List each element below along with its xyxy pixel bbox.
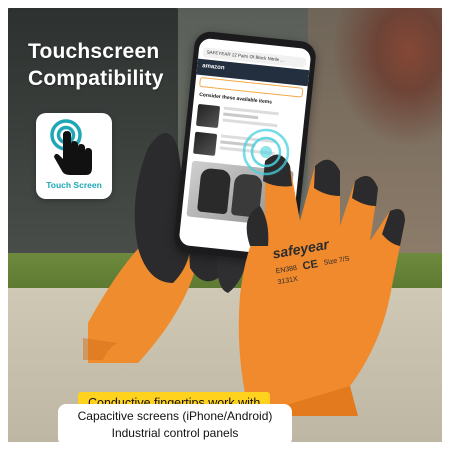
product-thumbnail bbox=[195, 103, 221, 129]
glove-standard: EN388 bbox=[275, 264, 298, 275]
product-image: Touchscreen Compatibility Touch Screen S… bbox=[8, 8, 442, 442]
touch-ripple-icon bbox=[242, 128, 290, 176]
caption-box: Capacitive screens (iPhone/Android) Indu… bbox=[58, 404, 292, 446]
headline-line2: Compatibility bbox=[28, 67, 164, 90]
product-thumbnail bbox=[193, 131, 218, 156]
glove-ce-mark: CE bbox=[301, 258, 319, 273]
headline-line1: Touchscreen bbox=[28, 40, 160, 63]
caption-line2: Industrial control panels bbox=[111, 426, 239, 440]
glove-size-label: Size 7/S bbox=[323, 254, 351, 267]
headline: Touchscreen Compatibility bbox=[28, 38, 164, 92]
caption-line1: Capacitive screens (iPhone/Android) bbox=[77, 409, 273, 423]
